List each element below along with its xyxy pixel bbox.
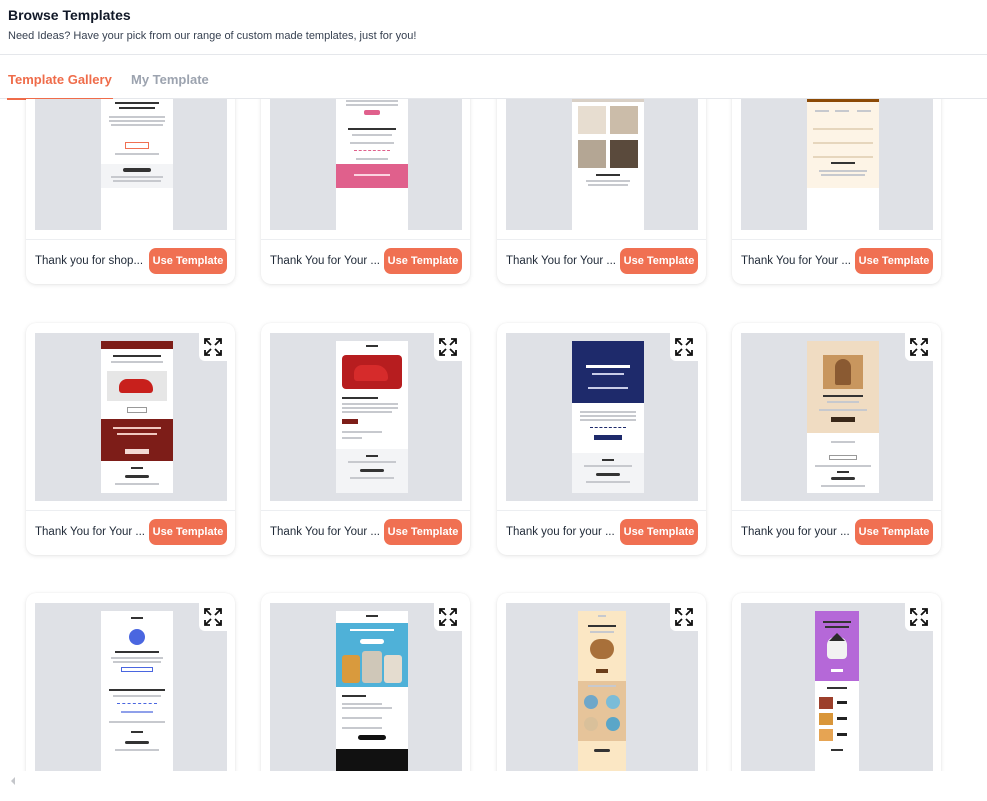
template-preview[interactable] <box>741 99 933 230</box>
email-thumbnail <box>572 341 644 493</box>
template-preview[interactable] <box>270 99 462 230</box>
email-thumbnail <box>101 611 173 771</box>
template-preview[interactable] <box>506 99 698 230</box>
email-thumbnail <box>101 341 173 493</box>
expand-preview-button[interactable] <box>905 603 933 631</box>
card-footer: Thank you for shop... Use Template <box>26 239 235 284</box>
use-template-button[interactable]: Use Template <box>384 248 462 274</box>
expand-preview-button[interactable] <box>670 333 698 361</box>
email-thumbnail <box>101 99 173 230</box>
tab-bar: Template Gallery My Template <box>0 56 987 100</box>
template-card[interactable]: Thank You for Your ... Use Template <box>261 99 470 284</box>
template-preview[interactable] <box>270 603 462 771</box>
template-card[interactable] <box>26 593 235 771</box>
expand-icon <box>439 608 457 626</box>
template-preview[interactable] <box>506 333 698 501</box>
template-preview[interactable] <box>741 333 933 501</box>
use-template-button[interactable]: Use Template <box>384 519 462 545</box>
template-name: Thank you for shop... <box>35 255 144 267</box>
template-card[interactable]: Thank you for shop... Use Template <box>26 99 235 284</box>
tab-my-template[interactable]: My Template <box>131 72 209 87</box>
template-name: Thank you for your ... <box>506 526 615 538</box>
template-name: Thank You for Your ... <box>506 255 616 267</box>
tab-template-gallery[interactable]: Template Gallery <box>7 72 113 100</box>
chevron-left-icon <box>11 777 15 785</box>
expand-icon <box>910 608 928 626</box>
template-name: Thank you for your ... <box>741 526 850 538</box>
email-thumbnail <box>336 611 408 771</box>
template-card[interactable]: Thank you for your ... Use Template <box>732 323 941 555</box>
use-template-button[interactable]: Use Template <box>855 248 933 274</box>
expand-preview-button[interactable] <box>434 603 462 631</box>
expand-icon <box>675 338 693 356</box>
template-name: Thank You for Your ... <box>35 526 145 538</box>
template-preview[interactable] <box>506 603 698 771</box>
email-thumbnail <box>815 611 859 771</box>
template-preview[interactable] <box>35 333 227 501</box>
expand-preview-button[interactable] <box>670 603 698 631</box>
expand-preview-button[interactable] <box>905 333 933 361</box>
use-template-button[interactable]: Use Template <box>620 248 698 274</box>
template-card[interactable]: Thank You for Your ... Use Template <box>732 99 941 284</box>
template-name: Thank You for Your ... <box>270 526 380 538</box>
email-thumbnail <box>336 99 408 230</box>
expand-preview-button[interactable] <box>199 603 227 631</box>
template-card[interactable]: Thank You for Your ... Use Template <box>261 323 470 555</box>
card-footer: Thank You for Your ... Use Template <box>261 239 470 284</box>
template-preview[interactable] <box>35 99 227 230</box>
card-footer: Thank you for your ... Use Template <box>732 510 941 555</box>
use-template-button[interactable]: Use Template <box>149 519 227 545</box>
expand-icon <box>204 338 222 356</box>
expand-icon <box>439 338 457 356</box>
page-header: Browse Templates Need Ideas? Have your p… <box>0 0 987 55</box>
email-thumbnail <box>336 341 408 493</box>
use-template-button[interactable]: Use Template <box>149 248 227 274</box>
template-name: Thank You for Your ... <box>270 255 380 267</box>
template-card[interactable]: Thank You for Your ... Use Template <box>497 99 706 284</box>
template-preview[interactable] <box>270 333 462 501</box>
template-card[interactable] <box>497 593 706 771</box>
template-card[interactable]: Thank you for your ... Use Template <box>497 323 706 555</box>
template-preview[interactable] <box>741 603 933 771</box>
card-footer: Thank you for your ... Use Template <box>497 510 706 555</box>
expand-icon <box>910 338 928 356</box>
email-thumbnail <box>807 341 879 493</box>
template-preview[interactable] <box>35 603 227 771</box>
expand-preview-button[interactable] <box>199 333 227 361</box>
expand-preview-button[interactable] <box>434 333 462 361</box>
template-card[interactable] <box>261 593 470 771</box>
email-thumbnail <box>572 99 644 230</box>
scroll-left-button[interactable] <box>8 773 18 785</box>
use-template-button[interactable]: Use Template <box>855 519 933 545</box>
template-grid[interactable]: Thank you for shop... Use Template Thank… <box>0 99 987 771</box>
card-footer: Thank You for Your ... Use Template <box>261 510 470 555</box>
email-thumbnail <box>807 99 879 230</box>
page-subtitle: Need Ideas? Have your pick from our rang… <box>8 30 417 42</box>
card-footer: Thank You for Your ... Use Template <box>497 239 706 284</box>
expand-icon <box>675 608 693 626</box>
use-template-button[interactable]: Use Template <box>620 519 698 545</box>
email-thumbnail <box>578 611 626 771</box>
page-title: Browse Templates <box>8 7 131 23</box>
expand-icon <box>204 608 222 626</box>
template-name: Thank You for Your ... <box>741 255 851 267</box>
template-card[interactable]: Thank You for Your ... Use Template <box>26 323 235 555</box>
card-footer: Thank You for Your ... Use Template <box>732 239 941 284</box>
card-footer: Thank You for Your ... Use Template <box>26 510 235 555</box>
template-card[interactable] <box>732 593 941 771</box>
